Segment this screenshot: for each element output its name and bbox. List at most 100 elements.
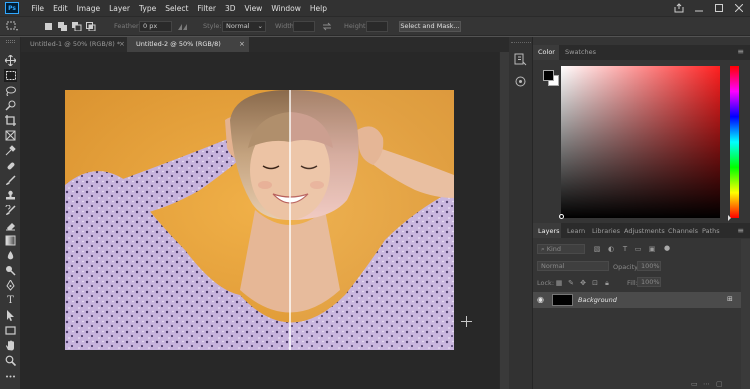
eraser-icon[interactable] <box>4 219 17 232</box>
lock-label: Lock: <box>537 279 555 287</box>
type-filter-icon[interactable]: T <box>621 245 629 253</box>
menu-type[interactable]: Type <box>135 4 161 13</box>
color-picker-field[interactable] <box>561 66 720 218</box>
tools-panel: T <box>0 37 21 389</box>
tab-untitled-2[interactable]: Untitled-2 @ 50% (RGB/8) <box>127 37 249 52</box>
kind-label: Kind <box>546 245 562 253</box>
move-tool-icon[interactable] <box>4 54 17 67</box>
menu-help[interactable]: Help <box>305 4 331 13</box>
quick-selection-icon[interactable] <box>4 99 17 112</box>
collapsed-panels-strip <box>509 37 533 389</box>
close-tab-icon[interactable]: × <box>119 37 125 52</box>
layers-panel-menu-icon[interactable]: ≡ <box>737 226 744 235</box>
panel-menu-icon[interactable]: ≡ <box>737 47 744 56</box>
lock-all-icon[interactable]: 🔒︎ <box>603 279 611 287</box>
menu-filter[interactable]: Filter <box>193 4 221 13</box>
width-input[interactable] <box>293 21 315 32</box>
more-tools-icon[interactable] <box>4 370 17 383</box>
menu-edit[interactable]: Edit <box>49 4 73 13</box>
menu-window[interactable]: Window <box>267 4 306 13</box>
pen-icon[interactable] <box>4 279 17 292</box>
opacity-input[interactable]: 100% <box>637 261 661 271</box>
menu-file[interactable]: File <box>27 4 49 13</box>
rectangular-marquee-icon[interactable] <box>4 69 17 82</box>
more-icon[interactable]: ⋯ <box>703 380 710 388</box>
rectangle-tool-icon[interactable] <box>4 324 17 337</box>
subtract-from-selection-icon[interactable] <box>72 22 82 32</box>
properties-panel-icon[interactable] <box>514 75 527 90</box>
filter-toggle-icon[interactable]: ● <box>663 244 671 252</box>
maximize-icon[interactable] <box>712 1 726 14</box>
lock-position-icon[interactable]: ✥ <box>579 279 587 287</box>
marquee-preset-icon[interactable] <box>6 21 18 32</box>
zoom-icon[interactable] <box>4 354 17 367</box>
hand-icon[interactable] <box>4 339 17 352</box>
add-to-selection-icon[interactable] <box>58 22 68 31</box>
tab-paths[interactable]: Paths <box>702 227 720 235</box>
clone-stamp-icon[interactable] <box>4 189 17 202</box>
toolbar-grip[interactable] <box>6 40 15 43</box>
document-canvas[interactable] <box>65 90 454 350</box>
photo-woman-illustration <box>65 90 454 350</box>
tab-adjustments[interactable]: Adjustments <box>624 227 665 235</box>
adjustment-filter-icon[interactable]: ◐ <box>607 245 615 253</box>
feather-input[interactable]: 0 px <box>139 21 172 32</box>
close-tab-icon[interactable]: × <box>239 37 245 52</box>
swap-dimensions-icon[interactable] <box>322 22 332 33</box>
path-selection-icon[interactable] <box>4 309 17 322</box>
select-and-mask-button[interactable]: Select and Mask... <box>399 21 461 32</box>
hue-slider[interactable] <box>730 66 739 218</box>
lock-artboard-icon[interactable]: ⊡ <box>591 279 599 287</box>
eyedropper-icon[interactable] <box>4 144 17 157</box>
delete-layer-icon[interactable]: ▢ <box>716 380 723 388</box>
close-window-icon[interactable] <box>732 1 746 14</box>
blend-mode-select[interactable]: Normal <box>537 261 609 271</box>
height-input[interactable] <box>366 21 388 32</box>
history-brush-icon[interactable] <box>4 204 17 217</box>
style-select[interactable]: Normal ⌄ <box>222 21 266 32</box>
menu-image[interactable]: Image <box>72 4 105 13</box>
strip-grip[interactable] <box>511 42 531 47</box>
tab-untitled-1[interactable]: Untitled-1 @ 50% (RGB/8) * <box>21 37 127 52</box>
tab-layers[interactable]: Layers <box>538 227 560 235</box>
brush-icon[interactable] <box>4 174 17 187</box>
tab-learn[interactable]: Learn <box>567 227 585 235</box>
lasso-icon[interactable] <box>4 84 17 97</box>
lock-image-icon[interactable]: ✎ <box>567 279 575 287</box>
crop-icon[interactable] <box>4 114 17 127</box>
gradient-icon[interactable] <box>4 234 17 247</box>
kind-filter-select[interactable]: ⌕ Kind <box>537 244 585 254</box>
shape-filter-icon[interactable]: ▭ <box>634 245 642 253</box>
history-panel-icon[interactable] <box>514 53 527 68</box>
tab-color[interactable]: Color <box>538 48 555 56</box>
pixel-filter-icon[interactable]: ▧ <box>593 245 601 253</box>
healing-brush-icon[interactable] <box>4 159 17 172</box>
foreground-color-swatch[interactable] <box>543 70 554 81</box>
visibility-eye-icon[interactable]: ◉ <box>537 295 544 304</box>
tab-swatches[interactable]: Swatches <box>565 48 596 56</box>
intersect-selection-icon[interactable] <box>86 22 96 32</box>
menu-view[interactable]: View <box>240 4 267 13</box>
tab-libraries[interactable]: Libraries <box>592 227 620 235</box>
chevron-down-icon: ⌄ <box>257 22 263 30</box>
hue-slider-handle[interactable] <box>728 215 731 221</box>
new-selection-icon[interactable] <box>44 22 54 31</box>
fill-input[interactable]: 100% <box>637 277 661 287</box>
frame-tool-icon[interactable] <box>4 129 17 142</box>
blur-icon[interactable] <box>4 249 17 262</box>
smart-object-filter-icon[interactable]: ▣ <box>648 245 656 253</box>
tab-channels[interactable]: Channels <box>668 227 698 235</box>
layers-scrollbar[interactable] <box>741 239 750 389</box>
menu-layer[interactable]: Layer <box>105 4 135 13</box>
dodge-icon[interactable] <box>4 264 17 277</box>
new-layer-icon[interactable]: ▭ <box>691 380 698 388</box>
vertical-scrollbar[interactable] <box>499 52 509 389</box>
menu-select[interactable]: Select <box>161 4 193 13</box>
share-icon[interactable] <box>672 1 686 14</box>
menu-3d[interactable]: 3D <box>220 4 240 13</box>
type-icon[interactable]: T <box>4 294 17 307</box>
minimize-icon[interactable] <box>692 1 706 14</box>
layer-row-background[interactable]: ◉ Background ⊞ <box>533 292 741 308</box>
color-picker-handle[interactable] <box>559 214 564 219</box>
lock-transparent-icon[interactable]: ▦ <box>555 279 563 287</box>
